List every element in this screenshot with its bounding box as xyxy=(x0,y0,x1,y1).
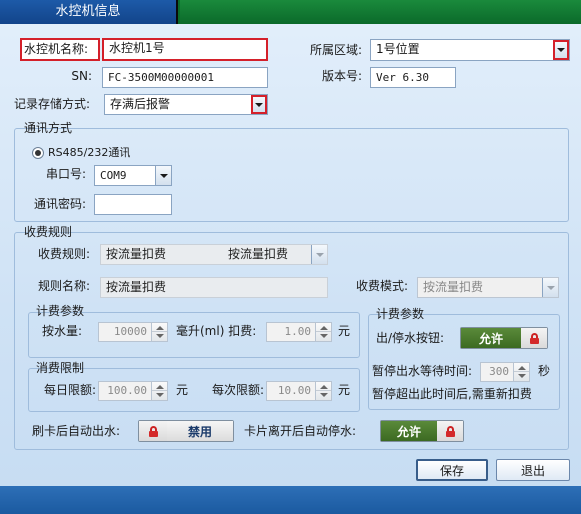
password-input[interactable] xyxy=(94,194,172,215)
wait-time-note: 暂停超出此时间后,需重新扣费 xyxy=(372,387,532,401)
password-label: 通讯密码: xyxy=(33,197,86,211)
port-label: 串口号: xyxy=(45,167,86,181)
spin-arrows-icon[interactable] xyxy=(315,323,331,341)
mode-label: 收费模式: xyxy=(355,279,408,293)
rule-select-value: 按流量扣费 xyxy=(106,247,167,261)
each-limit-unit: 元 xyxy=(338,383,351,397)
chevron-down-icon[interactable] xyxy=(311,245,327,264)
bottom-bar xyxy=(0,486,581,514)
exit-button[interactable]: 退出 xyxy=(496,459,570,481)
mode-select[interactable]: 按流量扣费 xyxy=(417,277,559,298)
lock-icon xyxy=(437,421,463,441)
fee-unit-label: 元 xyxy=(338,324,351,338)
comm-group-title: 通讯方式 xyxy=(24,121,73,135)
area-select[interactable]: 1号位置 xyxy=(370,39,570,61)
title-bar: 水控机信息 xyxy=(0,0,581,24)
lock-icon xyxy=(521,328,547,348)
rule-label: 收费规则: xyxy=(37,247,90,261)
limits-group-title: 消费限制 xyxy=(36,361,85,375)
auto-stop-toggle[interactable]: 允许 xyxy=(380,420,464,442)
rs485-radio[interactable] xyxy=(32,147,44,159)
billing-group-title: 收费规则 xyxy=(24,225,73,239)
auto-stop-label: 卡片离开后自动停水: xyxy=(244,424,357,438)
fee-stepper[interactable]: 1.00 xyxy=(266,322,332,342)
auto-out-toggle[interactable]: 禁用 xyxy=(138,420,234,442)
storage-select-value: 存满后报警 xyxy=(110,97,171,111)
daily-limit-unit: 元 xyxy=(176,383,189,397)
auto-stop-state: 允许 xyxy=(381,421,437,441)
rule-select-value-right: 按流量扣费 xyxy=(228,247,289,261)
area-select-value: 1号位置 xyxy=(376,42,420,56)
version-field[interactable]: Ver 6.30 xyxy=(370,67,456,88)
water-button-toggle[interactable]: 允许 xyxy=(460,327,548,349)
fee-stepper-value: 1.00 xyxy=(284,325,312,338)
storage-select[interactable]: 存满后报警 xyxy=(104,94,268,115)
name-input[interactable]: 水控机1号 xyxy=(102,38,268,61)
water-button-label: 出/停水按钮: xyxy=(376,331,445,345)
spin-arrows-icon[interactable] xyxy=(315,382,331,400)
port-select-value: COM9 xyxy=(100,169,127,182)
rule-name-field[interactable]: 按流量扣费 xyxy=(100,277,328,298)
version-label: 版本号: xyxy=(321,69,362,83)
daily-limit-value: 100.00 xyxy=(107,384,147,397)
title-bar-fill xyxy=(180,0,581,24)
auto-out-label: 刷卡后自动出水: xyxy=(32,424,121,438)
chevron-down-icon[interactable] xyxy=(542,278,558,297)
name-label: 水控机名称: xyxy=(24,42,89,56)
unit-label: 毫升(ml) 扣费: xyxy=(176,324,257,338)
mode-select-value: 按流量扣费 xyxy=(423,280,484,294)
each-limit-label: 每次限额: xyxy=(211,383,264,397)
auto-out-state: 禁用 xyxy=(167,421,233,441)
save-button[interactable]: 保存 xyxy=(416,459,488,481)
rule-select[interactable]: 按流量扣费 按流量扣费 xyxy=(100,244,328,265)
sn-field[interactable]: FC-3500M00000001 xyxy=(102,67,268,88)
water-button-state: 允许 xyxy=(461,328,521,348)
water-controller-dialog: 水控机信息 水控机名称: 水控机1号 所属区域: 1号位置 SN: FC-350… xyxy=(0,0,581,514)
area-label: 所属区域: xyxy=(309,43,362,57)
chevron-down-icon[interactable] xyxy=(553,40,569,60)
water-stepper[interactable]: 10000 xyxy=(98,322,168,342)
daily-limit-label: 每日限额: xyxy=(43,383,96,397)
billing-params-title: 计费参数 xyxy=(36,304,85,318)
each-limit-value: 10.00 xyxy=(277,384,311,397)
spin-arrows-icon[interactable] xyxy=(151,323,167,341)
wait-time-stepper[interactable]: 300 xyxy=(480,362,530,382)
rule-name-label: 规则名称: xyxy=(37,279,90,293)
rs485-radio-label: RS485/232通讯 xyxy=(48,146,131,159)
chevron-down-icon[interactable] xyxy=(251,95,267,114)
wait-time-label: 暂停出水等待时间: xyxy=(372,364,473,378)
sn-label: SN: xyxy=(71,69,92,83)
wait-time-value: 300 xyxy=(489,365,509,378)
each-limit-stepper[interactable]: 10.00 xyxy=(266,381,332,401)
port-select[interactable]: COM9 xyxy=(94,165,172,186)
water-stepper-value: 10000 xyxy=(113,325,147,338)
chevron-down-icon[interactable] xyxy=(155,166,171,185)
spin-arrows-icon[interactable] xyxy=(513,363,529,381)
wait-time-unit: 秒 xyxy=(538,364,551,378)
daily-limit-stepper[interactable]: 100.00 xyxy=(98,381,168,401)
lock-icon xyxy=(139,421,167,441)
fee-params-title: 计费参数 xyxy=(376,307,425,321)
spin-arrows-icon[interactable] xyxy=(151,382,167,400)
window-title: 水控机信息 xyxy=(0,0,178,24)
storage-label: 记录存储方式: xyxy=(14,97,91,111)
water-label: 按水量: xyxy=(41,324,82,338)
